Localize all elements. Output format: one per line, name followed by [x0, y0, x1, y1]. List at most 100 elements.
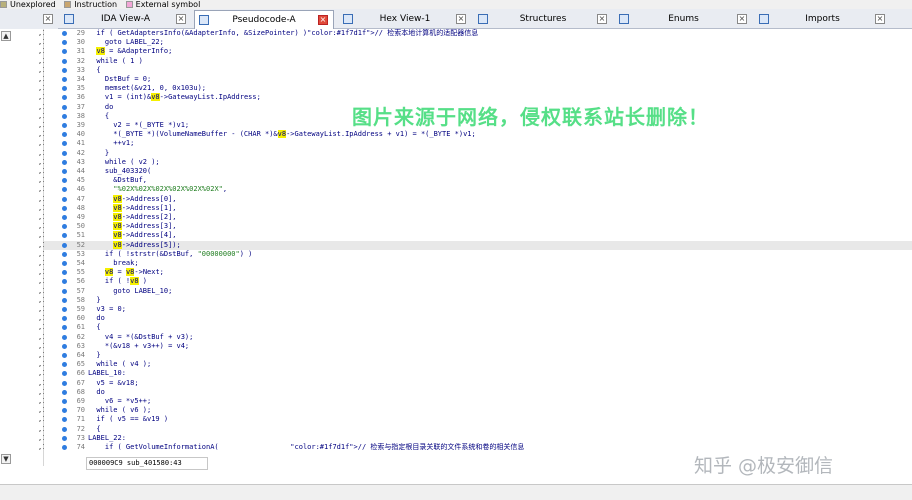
- code-line[interactable]: 58 }: [44, 296, 912, 305]
- code-line[interactable]: 57 goto LABEL_10;: [44, 287, 912, 296]
- code-line[interactable]: 33 {: [44, 66, 912, 75]
- tab-structures[interactable]: Structures ×: [474, 10, 612, 29]
- breakpoint-dot-icon[interactable]: [62, 316, 67, 322]
- close-icon[interactable]: ×: [318, 15, 328, 25]
- close-icon[interactable]: ×: [43, 14, 53, 24]
- code-line[interactable]: 69 v6 = *v5++;: [44, 397, 912, 406]
- code-line[interactable]: 67 v5 = &v18;: [44, 379, 912, 388]
- tab-imports[interactable]: Imports ×: [755, 10, 890, 29]
- code-line[interactable]: 32 while ( 1 ): [44, 57, 912, 66]
- code-line[interactable]: 31 v8 = &AdapterInfo;: [44, 47, 912, 56]
- code-line[interactable]: 56 if ( !v8 ): [44, 277, 912, 286]
- code-line[interactable]: 73 LABEL_22:: [44, 434, 912, 443]
- breakpoint-dot-icon[interactable]: [62, 58, 67, 64]
- breakpoint-dot-icon[interactable]: [62, 104, 67, 110]
- code-line[interactable]: 49 v8->Address[2],: [44, 213, 912, 222]
- code-line[interactable]: 48 v8->Address[1],: [44, 203, 912, 213]
- tab-view[interactable]: ×: [0, 10, 58, 29]
- breakpoint-dot-icon[interactable]: [62, 123, 67, 128]
- code-line[interactable]: 55 v8 = v8->Next;: [44, 268, 912, 277]
- scroll-up-icon[interactable]: ▲: [1, 31, 11, 41]
- code-line[interactable]: 60 do: [44, 314, 912, 323]
- tab-pseudocode-a[interactable]: Pseudocode-A ×: [194, 10, 334, 29]
- code-line[interactable]: 65 while ( v4 );: [44, 360, 912, 369]
- code-line[interactable]: 63 *(&v18 + v3++) = v4;: [44, 342, 912, 351]
- code-line[interactable]: 29 if ( GetAdaptersInfo(&AdapterInfo, &S…: [44, 29, 912, 38]
- code-line[interactable]: 45 &DstBuf,: [44, 176, 912, 185]
- close-icon[interactable]: ×: [737, 14, 747, 24]
- breakpoint-dot-icon[interactable]: [62, 353, 67, 358]
- breakpoint-dot-icon[interactable]: [62, 132, 67, 138]
- close-icon[interactable]: ×: [456, 14, 466, 24]
- tab-ida-view-a[interactable]: IDA View-A ×: [60, 10, 191, 29]
- code-line[interactable]: 44 sub_403320(: [44, 167, 912, 176]
- breakpoint-dot-icon[interactable]: [62, 279, 67, 285]
- breakpoint-dot-icon[interactable]: [62, 270, 67, 276]
- tab-hex-view-1[interactable]: Hex View-1 ×: [339, 10, 471, 29]
- code-line[interactable]: 71 if ( v5 == &v19 ): [44, 415, 912, 424]
- breakpoint-dot-icon[interactable]: [62, 169, 67, 174]
- breakpoint-dot-icon[interactable]: [62, 343, 67, 349]
- close-icon[interactable]: ×: [176, 14, 186, 24]
- code-line[interactable]: 35 memset(&v21, 0, 0x103u);: [44, 84, 912, 93]
- breakpoint-dot-icon[interactable]: [62, 445, 67, 450]
- breakpoint-dot-icon[interactable]: [62, 159, 67, 165]
- breakpoint-dot-icon[interactable]: [62, 307, 67, 312]
- breakpoint-dot-icon[interactable]: [62, 224, 67, 230]
- code-line[interactable]: 68 do: [44, 388, 912, 397]
- breakpoint-dot-icon[interactable]: [62, 380, 67, 386]
- breakpoint-dot-icon[interactable]: [62, 86, 67, 92]
- breakpoint-dot-icon[interactable]: [62, 297, 67, 303]
- code-line[interactable]: 52 v8->Address[5]);: [44, 240, 912, 250]
- breakpoint-dot-icon[interactable]: [62, 141, 67, 147]
- breakpoint-dot-icon[interactable]: [62, 205, 67, 211]
- breakpoint-dot-icon[interactable]: [62, 389, 67, 395]
- code-line[interactable]: 70 while ( v6 );: [44, 406, 912, 415]
- breakpoint-dot-icon[interactable]: [62, 67, 67, 73]
- breakpoint-dot-icon[interactable]: [62, 325, 67, 331]
- code-line[interactable]: 53 if ( !strstr(&DstBuf, "00000000") ): [44, 250, 912, 259]
- code-line[interactable]: 41 ++v1;: [44, 139, 912, 148]
- pseudocode-view[interactable]: 29 if ( GetAdaptersInfo(&AdapterInfo, &S…: [44, 29, 912, 466]
- breakpoint-dot-icon[interactable]: [62, 288, 67, 294]
- breakpoint-dot-icon[interactable]: [62, 242, 67, 248]
- breakpoint-dot-icon[interactable]: [62, 426, 67, 432]
- breakpoint-dot-icon[interactable]: [62, 408, 67, 414]
- code-line[interactable]: 42 }: [44, 149, 912, 158]
- tab-enums[interactable]: Enums ×: [615, 10, 752, 29]
- code-line[interactable]: 72 {: [44, 425, 912, 434]
- code-line[interactable]: 40 *(_BYTE *)(VolumeNameBuffer - (CHAR *…: [44, 130, 912, 139]
- code-line[interactable]: 66 LABEL_10:: [44, 369, 912, 378]
- close-icon[interactable]: ×: [875, 14, 885, 24]
- breakpoint-dot-icon[interactable]: [62, 31, 67, 36]
- breakpoint-dot-icon[interactable]: [62, 334, 67, 340]
- breakpoint-dot-icon[interactable]: [62, 77, 67, 82]
- breakpoint-dot-icon[interactable]: [62, 261, 67, 266]
- breakpoint-dot-icon[interactable]: [62, 178, 67, 184]
- breakpoint-dot-icon[interactable]: [62, 417, 67, 423]
- breakpoint-dot-icon[interactable]: [62, 371, 67, 377]
- code-line[interactable]: 46 "%02X%02X%02X%02X%02X%02X",: [44, 185, 912, 194]
- code-line[interactable]: 43 while ( v2 );: [44, 158, 912, 167]
- code-line[interactable]: 61 {: [44, 323, 912, 332]
- breakpoint-dot-icon[interactable]: [62, 187, 67, 193]
- breakpoint-dot-icon[interactable]: [62, 95, 67, 101]
- scroll-down-icon[interactable]: ▼: [1, 454, 11, 464]
- code-line[interactable]: 62 v4 = *(&DstBuf + v3);: [44, 333, 912, 342]
- code-line[interactable]: 51 v8->Address[4],: [44, 231, 912, 240]
- breakpoint-dot-icon[interactable]: [62, 399, 67, 404]
- code-line[interactable]: 34 DstBuf = 0;: [44, 75, 912, 84]
- code-line[interactable]: 59 v3 = 0;: [44, 305, 912, 314]
- breakpoint-dot-icon[interactable]: [62, 40, 67, 46]
- breakpoint-dot-icon[interactable]: [62, 49, 67, 55]
- breakpoint-dot-icon[interactable]: [62, 113, 67, 119]
- breakpoint-dot-icon[interactable]: [62, 215, 67, 220]
- code-line[interactable]: 47 v8->Address[0],: [44, 194, 912, 204]
- code-line[interactable]: 30 goto LABEL_22;: [44, 38, 912, 47]
- breakpoint-dot-icon[interactable]: [62, 251, 67, 257]
- breakpoint-dot-icon[interactable]: [62, 233, 67, 239]
- code-line[interactable]: 54 break;: [44, 259, 912, 268]
- breakpoint-dot-icon[interactable]: [62, 150, 67, 156]
- code-line[interactable]: 64 }: [44, 351, 912, 360]
- code-line[interactable]: 50 v8->Address[3],: [44, 222, 912, 231]
